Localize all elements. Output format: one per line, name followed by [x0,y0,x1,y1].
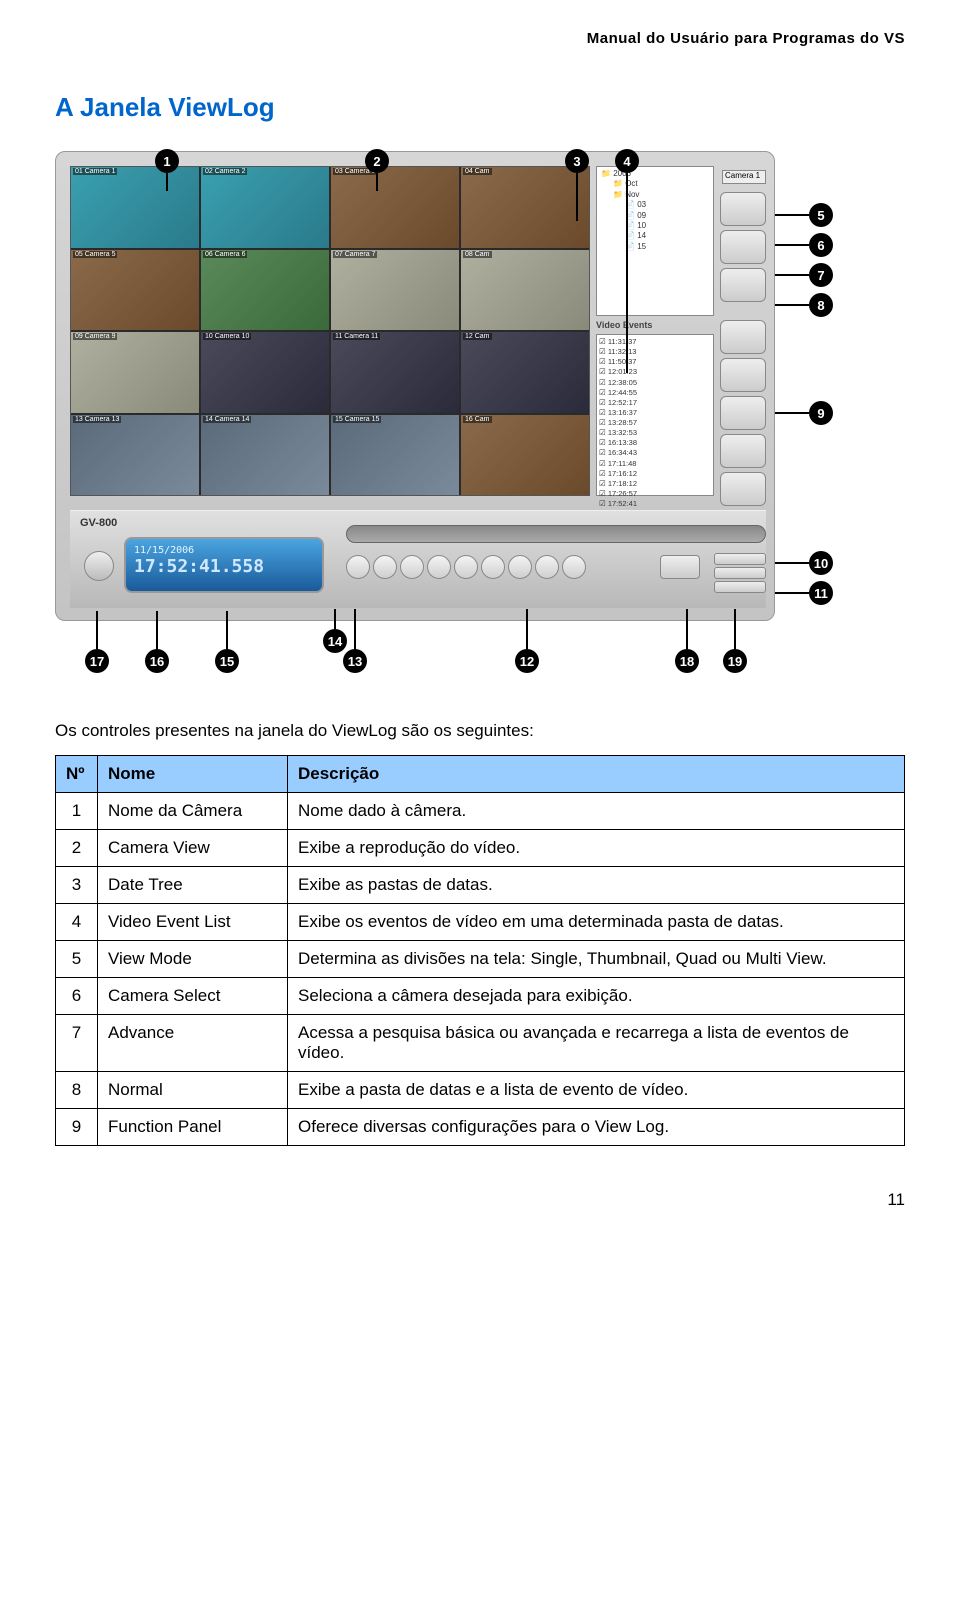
table-row: 6Camera SelectSeleciona a câmera desejad… [56,978,905,1015]
prev-frame-button[interactable] [400,555,424,579]
page-number: 11 [55,1190,905,1210]
play-button[interactable] [481,555,505,579]
zoom-button[interactable] [714,581,766,593]
table-row: 3Date TreeExibe as pastas de datas. [56,867,905,904]
callout-7: 7 [809,263,833,287]
camera-cell[interactable] [201,250,329,331]
camera-cell[interactable] [71,332,199,413]
callout-19: 19 [723,649,747,673]
callout-1: 1 [155,149,179,173]
power-button[interactable] [84,551,114,581]
camera-cell[interactable] [331,415,459,496]
callout-18: 18 [675,649,699,673]
rewind-button[interactable] [373,555,397,579]
col-num: Nº [56,756,98,793]
speed-control[interactable] [660,555,700,579]
time-display: 11/15/2006 17:52:41.558 [124,537,324,593]
callout-16: 16 [145,649,169,673]
callout-4: 4 [615,149,639,173]
camera-cell[interactable] [201,167,329,248]
camera-cell[interactable] [461,415,589,496]
skip-back-button[interactable] [346,555,370,579]
camera-cell[interactable] [201,332,329,413]
table-row: 7AdvanceAcessa a pesquisa básica ou avan… [56,1015,905,1072]
date-tree[interactable]: 📁 2006 📁 Oct 📁 Nov 📄 03 📄 09 📄 10 📄 14 📄… [596,166,714,316]
fast-forward-button[interactable] [535,555,559,579]
camera-cell[interactable] [461,250,589,331]
camera-cell[interactable] [331,332,459,413]
camera-cell[interactable] [461,332,589,413]
function-button-2[interactable] [720,358,766,392]
callout-13: 13 [343,649,367,673]
callout-14: 14 [323,629,347,653]
camera-cell[interactable] [331,167,459,248]
callout-11: 11 [809,581,833,605]
table-row: 9Function PanelOferece diversas configur… [56,1109,905,1146]
camera-cell[interactable] [331,250,459,331]
table-row: 1Nome da CâmeraNome dado à câmera. [56,793,905,830]
table-row: 4Video Event ListExibe os eventos de víd… [56,904,905,941]
table-row: 2Camera ViewExibe a reprodução do vídeo. [56,830,905,867]
camera-grid [70,166,590,496]
camera-cell[interactable] [71,415,199,496]
camera-select-dropdown[interactable]: Camera 1 [722,170,766,184]
callout-6: 6 [809,233,833,257]
camera-cell[interactable] [461,167,589,248]
page-header: Manual do Usuário para Programas do VS [55,30,905,47]
device-model-label: GV-800 [80,517,117,529]
camera-cell[interactable] [71,167,199,248]
function-button-4[interactable] [720,434,766,468]
video-event-list[interactable]: 11:31:37 11:32:13 11:50:37 12:01:23 12:3… [596,334,714,496]
col-desc: Descrição [288,756,905,793]
controls-table: Nº Nome Descrição 1Nome da CâmeraNome da… [55,755,905,1146]
callout-12: 12 [515,649,539,673]
table-row: 8NormalExibe a pasta de datas e a lista … [56,1072,905,1109]
table-row: 5View ModeDetermina as divisões na tela:… [56,941,905,978]
scroll-up-button[interactable] [714,553,766,565]
events-label: Video Events [596,320,714,330]
function-button-3[interactable] [720,396,766,430]
viewlog-figure: 1 2 3 4 5 6 7 8 9 10 11 17 16 15 14 13 1… [55,151,905,681]
play-back-button[interactable] [427,555,451,579]
callout-3: 3 [565,149,589,173]
view-mode-button[interactable] [720,192,766,226]
callout-9: 9 [809,401,833,425]
intro-text: Os controles presentes na janela do View… [55,721,905,741]
callout-5: 5 [809,203,833,227]
col-name: Nome [98,756,288,793]
playback-controls [346,555,586,579]
camera-cell[interactable] [71,250,199,331]
next-frame-button[interactable] [508,555,532,579]
scroll-down-button[interactable] [714,567,766,579]
camera-cell[interactable] [201,415,329,496]
callout-10: 10 [809,551,833,575]
advance-button[interactable] [720,230,766,264]
function-button-5[interactable] [720,472,766,506]
callout-15: 15 [215,649,239,673]
section-title: A Janela ViewLog [55,92,905,123]
callout-17: 17 [85,649,109,673]
stop-button[interactable] [454,555,478,579]
seek-bar[interactable] [346,525,766,543]
normal-button[interactable] [720,268,766,302]
function-button-1[interactable] [720,320,766,354]
skip-forward-button[interactable] [562,555,586,579]
callout-8: 8 [809,293,833,317]
callout-2: 2 [365,149,389,173]
